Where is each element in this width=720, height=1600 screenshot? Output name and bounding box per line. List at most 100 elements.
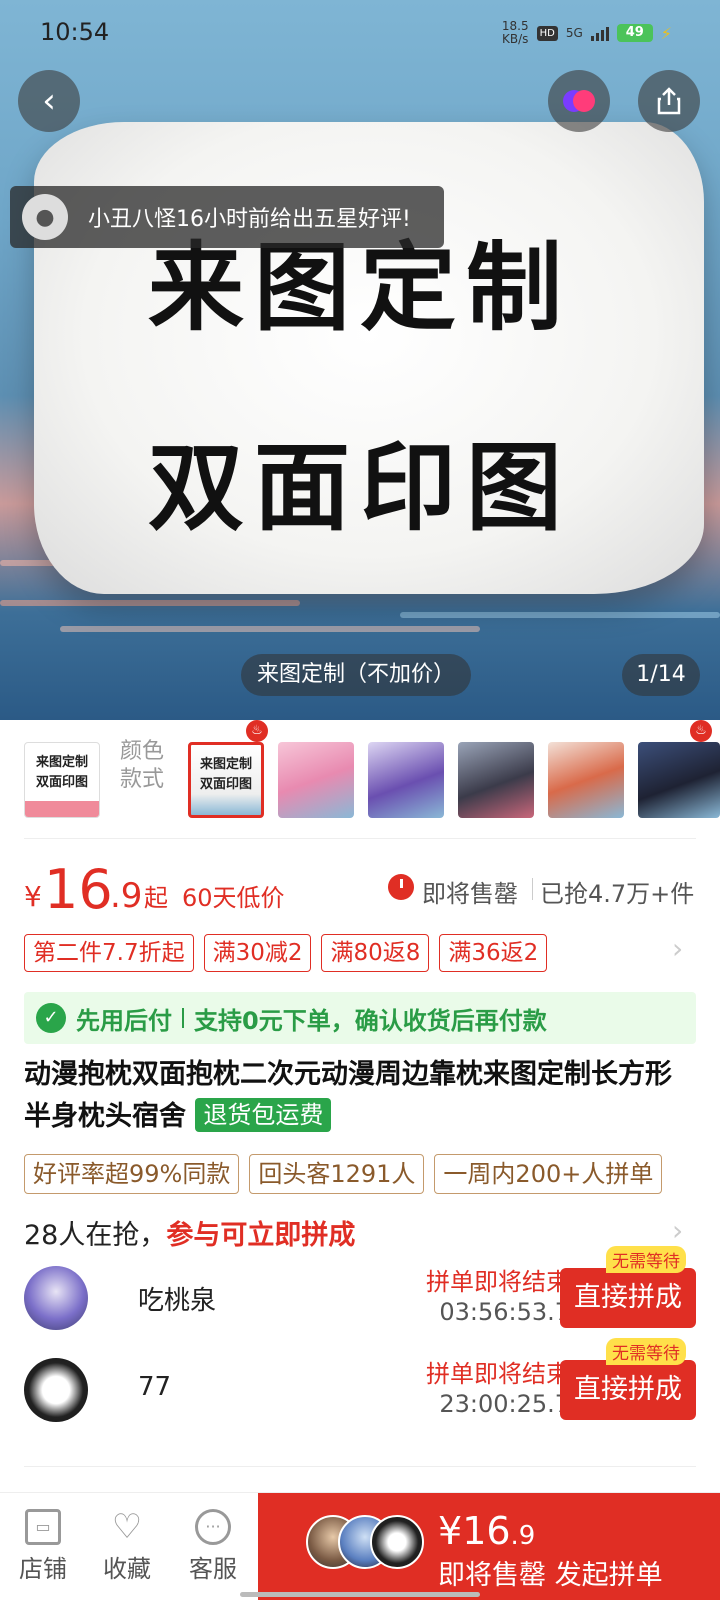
chat-bubble-icon: ··· [195,1509,231,1545]
price-integer: 16 [44,858,113,921]
pay-later-detail: 支持0元下单，确认收货后再付款 [194,1006,547,1035]
honor-tags: 好评率超99%同款 回头客1291人 一周内200+人拼单 [24,1154,663,1194]
bottom-action-bar: ▭ 店铺 ♡ 收藏 ··· 客服 ¥16.9 即将售罄 发起拼单 [0,1492,720,1600]
customer-service-tab[interactable]: ··· 客服 [178,1509,248,1584]
back-button[interactable]: ‹ [18,70,80,132]
thumbnail-selected[interactable]: 来图定制 双面印图 [188,742,264,818]
thumbnail-variant[interactable] [278,742,354,818]
network-speed-unit: KB/s [502,32,529,46]
group-ending-text: 拼单即将结束 [426,1360,570,1388]
avatar [370,1515,424,1569]
battery-icon: 49 [616,24,653,42]
background-streak [400,612,720,618]
hot-flame-icon: ♨ [246,720,268,742]
grab-hint: 参与可立即拼成 [166,1220,356,1251]
promo-tag[interactable]: 满30减2 [203,934,312,972]
promo-tag[interactable]: 第二件7.7折起 [24,934,194,972]
start-group-buy-button[interactable]: ¥16.9 即将售罄 发起拼单 [258,1493,720,1600]
pay-later-title: 先用后付 [76,1006,172,1035]
divider [182,1008,184,1028]
favorite-tab[interactable]: ♡ 收藏 [92,1509,162,1584]
thumb-text-line2: 双面印图 [199,777,252,792]
background-streak [60,626,480,632]
thumbnail-variant[interactable] [548,742,624,818]
reviewer-avatar: ● [22,194,68,240]
variant-caption: 来图定制（不加价） [241,654,472,696]
cta-price-decimal: .9 [510,1521,536,1551]
thumbnail-variant[interactable] [368,742,444,818]
color-style-label: 颜色 款式 [120,738,164,794]
group-countdown: 23:00:25.7 [439,1390,570,1418]
share-button[interactable] [638,70,700,132]
share-icon [657,87,681,115]
alarm-clock-icon [388,874,414,900]
brand-button[interactable] [548,70,610,132]
join-group-button[interactable]: 直接拼成 [560,1268,696,1328]
variant-thumbnails: 来图定制 双面印图 来图定制 双面印图 ♨ ♨ [0,720,720,830]
price-decimal: .9 [110,876,143,916]
cta-price-integer: 16 [462,1509,511,1553]
hd-icon: HD [536,25,558,41]
color-label: 颜色 [120,739,165,764]
cta-price: ¥16.9 [438,1509,535,1553]
pillow-text-line2: 双面印图 [148,432,572,544]
home-indicator[interactable] [240,1592,480,1597]
no-wait-badge: 无需等待 [606,1246,686,1273]
join-group-button[interactable]: 直接拼成 [560,1360,696,1420]
thumb-text-line2: 双面印图 [35,775,88,790]
product-title-block: 动漫抱枕双面抱枕二次元动漫周边靠枕来图定制长方形半身枕头宿舍 退货包运费 [24,1054,696,1138]
thumbnail-variant[interactable] [458,742,534,818]
chevron-left-icon: ‹ [42,81,56,121]
pay-later-banner[interactable]: ✓ 先用后付 支持0元下单，确认收货后再付款 [24,992,696,1044]
avatar [24,1266,88,1330]
heart-icon: ♡ [111,1507,143,1547]
promo-tag[interactable]: 满80返8 [321,934,430,972]
network-speed: 18.5 KB/s [502,20,529,46]
status-icons: 18.5 KB/s HD 5G 49 ⚡ [502,20,672,46]
low-price-note: 60天低价 [182,884,285,912]
divider [532,878,533,900]
store-tab[interactable]: ▭ 店铺 [8,1509,78,1584]
thumbnail-main[interactable]: 来图定制 双面印图 [24,742,100,818]
avatar [24,1358,88,1422]
sold-count: 已抢4.7万+件 [540,880,695,908]
refund-shipping-tag: 退货包运费 [195,1098,332,1132]
style-label: 款式 [120,767,165,792]
hot-flame-icon: ♨ [690,720,712,742]
thumb-text-line1: 来图定制 [199,757,252,772]
honor-tag: 一周内200+人拼单 [434,1154,663,1194]
product-page: 来图定制 双面印图 10:54 18.5 KB/s HD 5G 49 ⚡ ‹ ●… [0,0,720,1600]
product-title: 动漫抱枕双面抱枕二次元动漫周边靠枕来图定制长方形半身枕头宿舍 [24,1059,672,1132]
product-image-carousel[interactable]: 来图定制 双面印图 10:54 18.5 KB/s HD 5G 49 ⚡ ‹ ●… [0,0,720,720]
store-icon: ▭ [25,1509,61,1545]
honor-tag: 好评率超99%同款 [24,1154,240,1194]
thumb-text-line1: 来图定制 [35,755,88,770]
review-toast: ● 小丑八怪16小时前给出五星好评! [10,186,444,248]
no-wait-badge: 无需等待 [606,1338,686,1365]
review-toast-text: 小丑八怪16小时前给出五星好评! [88,207,411,232]
divider [24,1466,696,1467]
chevron-right-icon[interactable]: › [672,1214,683,1247]
thumbnail-variant[interactable] [638,742,720,818]
price-suffix: 起 [144,884,168,912]
brand-logo-icon [561,87,597,115]
network-type: 5G [565,26,583,40]
background-streak [0,600,300,606]
group-buy-row: 77 拼单即将结束 23:00:25.7 直接拼成 无需等待 [24,1338,696,1430]
status-bar: 10:54 18.5 KB/s HD 5G 49 ⚡ [0,0,720,70]
group-buy-row: 吃桃泉 拼单即将结束 03:56:53.7 直接拼成 无需等待 [24,1246,696,1338]
cta-price-currency: ¥ [438,1509,463,1553]
promo-tags[interactable]: 第二件7.7折起 满30减2 满80返8 满36返2 [24,934,548,972]
group-user-name: 吃桃泉 [138,1286,217,1316]
grab-count: 28人在抢， [24,1220,167,1251]
price-currency: ¥ [24,880,42,913]
shield-check-icon: ✓ [36,1003,66,1033]
promo-tag[interactable]: 满36返2 [439,934,548,972]
group-buy-header[interactable]: 28人在抢，参与可立即拼成 [24,1216,704,1256]
sell-out-text: 即将售罄 [422,880,518,908]
chevron-right-icon[interactable]: › [672,932,683,965]
honor-tag: 回头客1291人 [249,1154,425,1194]
cta-label: 即将售罄 发起拼单 [438,1560,663,1591]
status-time: 10:54 [40,18,110,46]
page-indicator: 1/14 [622,654,700,696]
